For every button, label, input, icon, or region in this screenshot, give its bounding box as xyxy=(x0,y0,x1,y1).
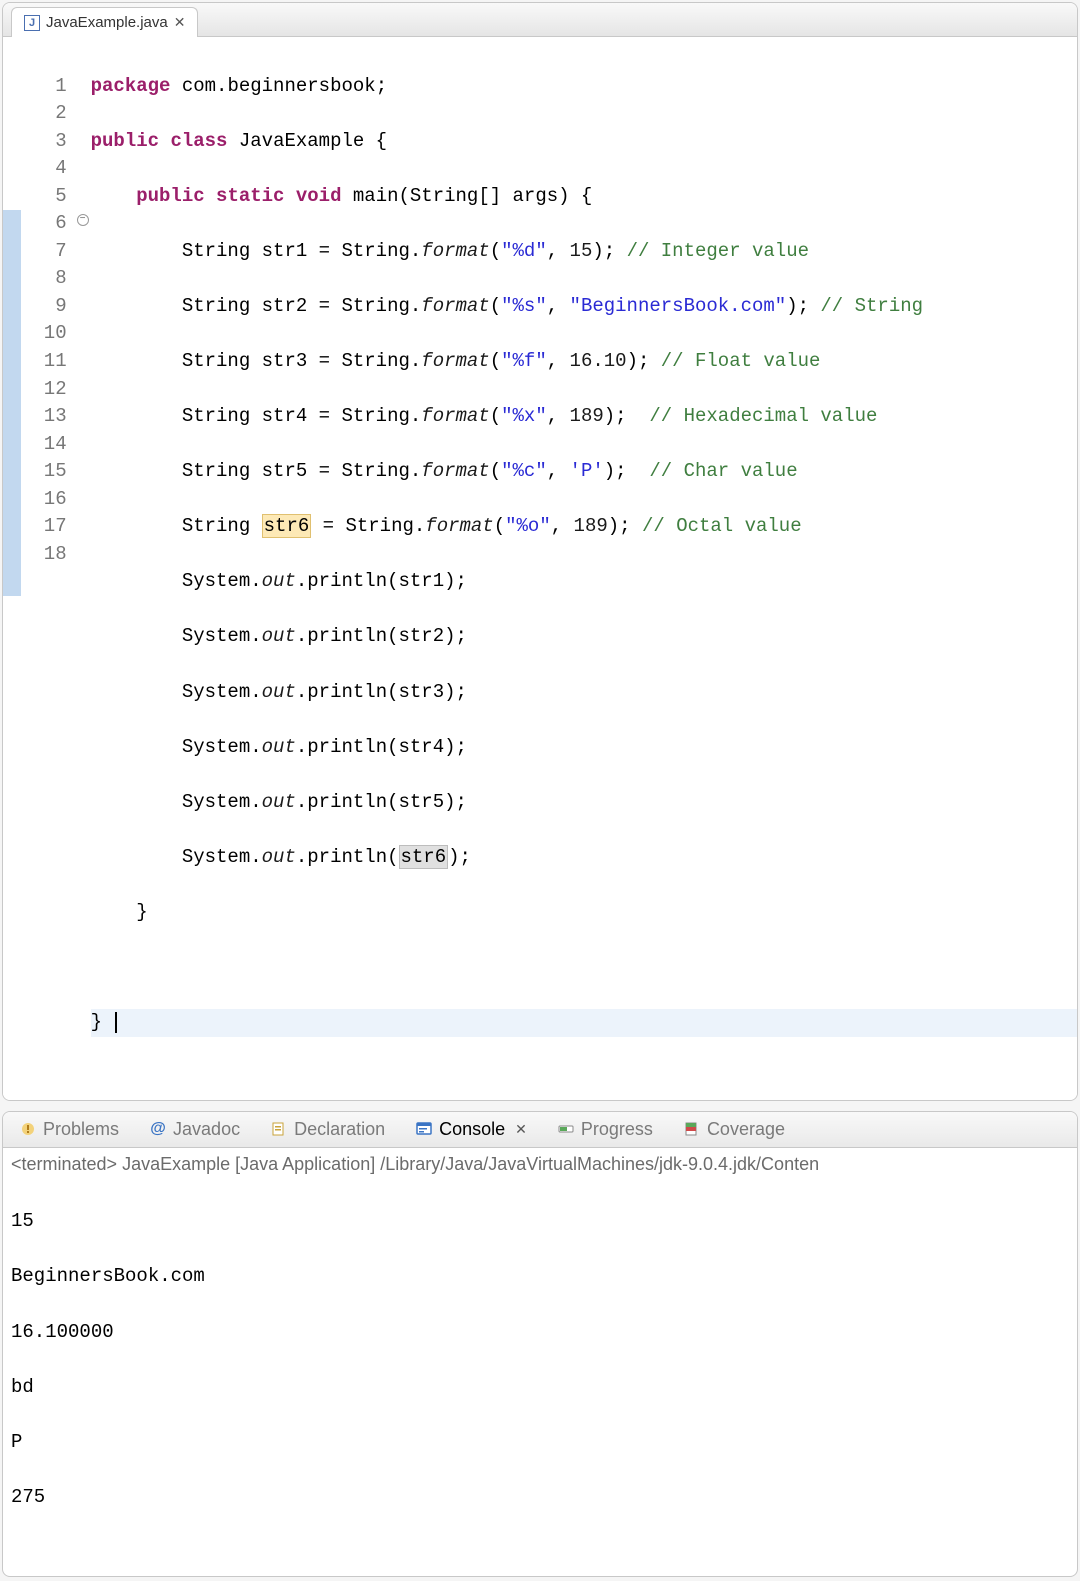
fold-toggle-icon[interactable]: − xyxy=(77,214,89,226)
views-panel: Problems @ Javadoc Declaration Console ✕… xyxy=(2,1111,1078,1578)
javadoc-icon: @ xyxy=(149,1120,167,1138)
occurrence-highlight: str6 xyxy=(399,845,449,869)
java-file-icon: J xyxy=(24,15,40,31)
tab-progress[interactable]: Progress xyxy=(553,1117,657,1142)
marker-bar xyxy=(3,45,21,1092)
code-area[interactable]: 123456789101112131415161718 − package co… xyxy=(3,37,1077,1100)
views-tabbar: Problems @ Javadoc Declaration Console ✕… xyxy=(3,1112,1077,1148)
text-caret xyxy=(115,1012,117,1033)
close-icon[interactable]: ✕ xyxy=(174,14,186,31)
code-editor-panel: J JavaExample.java ✕ 1234567891011121314… xyxy=(2,2,1078,1101)
console-line: BeginnersBook.com xyxy=(11,1263,1069,1291)
console-line: 15 xyxy=(11,1208,1069,1236)
editor-tabbar: J JavaExample.java ✕ xyxy=(3,3,1077,37)
progress-icon xyxy=(557,1120,575,1138)
console-line: bd xyxy=(11,1374,1069,1402)
close-icon[interactable]: ✕ xyxy=(515,1121,527,1138)
tab-problems[interactable]: Problems xyxy=(15,1117,123,1142)
occurrence-highlight: str6 xyxy=(262,514,312,538)
tab-javadoc[interactable]: @ Javadoc xyxy=(145,1117,244,1142)
line-gutter: 123456789101112131415161718 xyxy=(21,45,77,1092)
console-line: 16.100000 xyxy=(11,1319,1069,1347)
console-icon xyxy=(415,1120,433,1138)
fold-bar: − xyxy=(77,45,91,1092)
code-lines[interactable]: package com.beginnersbook; public class … xyxy=(91,45,1077,1092)
console-line: P xyxy=(11,1429,1069,1457)
editor-tab-javaexample[interactable]: J JavaExample.java ✕ xyxy=(11,7,198,37)
tab-declaration[interactable]: Declaration xyxy=(266,1117,389,1142)
console-status-line: <terminated> JavaExample [Java Applicati… xyxy=(3,1148,1077,1177)
console-output[interactable]: 15 BeginnersBook.com 16.100000 bd P 275 xyxy=(3,1177,1077,1577)
console-line: 275 xyxy=(11,1484,1069,1512)
tab-coverage[interactable]: Coverage xyxy=(679,1117,789,1142)
declaration-icon xyxy=(270,1120,288,1138)
editor-tab-label: JavaExample.java xyxy=(46,14,168,31)
coverage-icon xyxy=(683,1120,701,1138)
problems-icon xyxy=(19,1120,37,1138)
tab-console[interactable]: Console ✕ xyxy=(411,1117,531,1142)
